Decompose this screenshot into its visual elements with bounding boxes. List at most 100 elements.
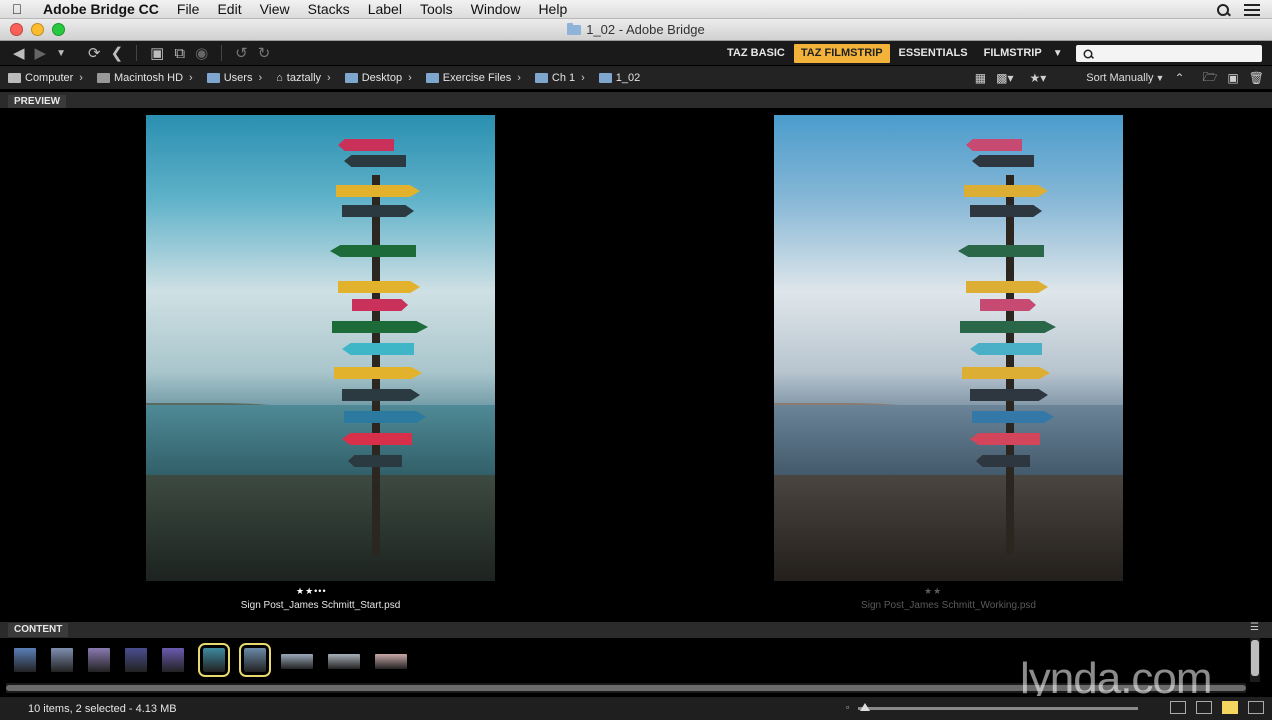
thumbnail-purple-2[interactable] [125, 648, 147, 672]
zoom-out-icon[interactable]: ▫ [846, 702, 849, 712]
quality-grid-icon[interactable]: ▦ [975, 71, 986, 85]
sign-arrow [966, 281, 1048, 293]
thumbnail-landscape-3[interactable] [375, 654, 407, 669]
preview-panel-tab[interactable]: PREVIEW [8, 95, 67, 109]
workspace-tab-taz-basic[interactable]: TAZ BASIC [720, 44, 792, 63]
panel-menu-icon[interactable]: ☰ [1250, 622, 1259, 633]
menu-view[interactable]: View [251, 0, 299, 19]
view-list-icon[interactable] [1248, 701, 1264, 714]
workspace-tab-filmstrip[interactable]: FILMSTRIP [977, 44, 1049, 63]
sign-arrow [970, 205, 1042, 217]
thumbnail-signpost-start[interactable] [198, 643, 230, 677]
menu-file[interactable]: File [168, 0, 209, 19]
get-photos-camera-icon[interactable]: ▣ [145, 41, 169, 66]
hard-drive-icon [96, 72, 110, 83]
sign-arrow [336, 185, 420, 197]
search-input[interactable] [1098, 46, 1256, 61]
rotate-left-icon[interactable]: ↺ [230, 41, 253, 66]
sort-chevron-down-icon[interactable]: ▼ [1156, 73, 1165, 83]
workspace-tab-essentials[interactable]: ESSENTIALS [892, 44, 975, 63]
close-window-button[interactable] [10, 23, 23, 36]
notification-center-icon[interactable] [1244, 3, 1260, 16]
content-vertical-scrollbar[interactable] [1250, 638, 1260, 682]
workspace-menu-chevron-down-icon[interactable]: ▼ [1053, 48, 1063, 59]
breadcrumb-label: taztally [286, 71, 322, 84]
back-arrow-icon[interactable]: ◀ [8, 41, 30, 66]
preview-image-start[interactable] [146, 115, 495, 581]
minimize-window-button[interactable] [31, 23, 44, 36]
view-grid-icon[interactable] [1170, 701, 1186, 714]
thumbnail-portrait-2[interactable] [51, 648, 73, 672]
breadcrumb-label: Desktop [361, 71, 403, 84]
view-details-icon[interactable] [1196, 701, 1212, 714]
workspace-tab-taz-filmstrip[interactable]: TAZ FILMSTRIP [793, 44, 890, 63]
thumbnail-purple-1[interactable] [88, 648, 110, 672]
breadcrumb-label: 1_02 [615, 71, 641, 84]
breadcrumb-exercise-files[interactable]: Exercise Files › [418, 72, 527, 84]
folder-icon [598, 72, 612, 83]
rotate-right-icon[interactable]: ↻ [253, 41, 276, 66]
preview-image-working[interactable] [774, 115, 1123, 581]
breadcrumb-users[interactable]: Users › [199, 72, 268, 84]
breadcrumb-computer[interactable]: Computer › [0, 72, 89, 84]
thumbnail-portrait-1[interactable] [14, 648, 36, 672]
thumbnail-landscape-2[interactable] [328, 654, 360, 669]
preview-filename-working: Sign Post_James Schmitt_Working.psd [861, 600, 1036, 611]
breadcrumb-ch-1[interactable]: Ch 1 › [527, 72, 591, 84]
thumbnail-signpost-working[interactable] [239, 643, 271, 677]
content-panel-tab[interactable]: CONTENT [8, 623, 69, 637]
menu-window[interactable]: Window [462, 0, 530, 19]
rating-stars-working[interactable]: ★★ [924, 586, 942, 597]
content-panel-header [0, 622, 1272, 638]
sort-dropdown[interactable]: Sort Manually [1086, 72, 1153, 84]
apple-icon[interactable]:  [0, 1, 34, 17]
breadcrumb-label: Computer [25, 71, 74, 84]
rating-stars-start[interactable]: ★★••• [296, 586, 327, 597]
toolbar-divider [136, 45, 138, 61]
boomerang-icon[interactable]: ⟳ [83, 41, 106, 66]
menu-label[interactable]: Label [359, 0, 411, 19]
spotlight-search-icon[interactable] [1216, 3, 1230, 17]
breadcrumb-separator-icon: › [408, 71, 412, 84]
sign-arrow [342, 433, 412, 445]
recent-chevron-down-icon[interactable]: ▼ [51, 41, 71, 66]
open-in-camera-raw-icon[interactable]: ◉ [190, 41, 213, 66]
reveal-recent-icon[interactable]: ❮ [106, 41, 129, 66]
menu-edit[interactable]: Edit [208, 0, 250, 19]
breadcrumb-home[interactable]: ⌂ taztally › [268, 72, 337, 84]
sign-arrow [958, 245, 1044, 257]
open-recent-folder-icon[interactable]: 🗁 [1203, 68, 1218, 89]
path-bar: Computer › Macintosh HD › Users › ⌂ taztally… [0, 66, 1272, 90]
slider-knob[interactable] [860, 703, 870, 711]
scrollbar-thumb[interactable] [1251, 640, 1259, 676]
sign-pole [1006, 175, 1014, 555]
sign-arrow [344, 411, 426, 423]
trash-icon[interactable]: 🗑 [1249, 71, 1264, 85]
toolbar: ◀ ▶ ▼ ⟳ ❮ ▣ ⧉ ◉ ↺ ↻ TAZ BASIC TAZ FILMST… [0, 41, 1272, 66]
menu-tools[interactable]: Tools [411, 0, 462, 19]
thumbnail-size-slider[interactable] [858, 703, 1138, 711]
filter-grid-icon[interactable]: ▩▾ [996, 71, 1013, 85]
star-filter-icon[interactable]: ★▾ [1030, 71, 1047, 85]
breadcrumb-macintosh-hd[interactable]: Macintosh HD › [89, 72, 199, 84]
breadcrumb-desktop[interactable]: Desktop › [337, 72, 418, 84]
menu-app-name[interactable]: Adobe Bridge CC [34, 0, 168, 19]
view-thumbnails-icon[interactable] [1222, 701, 1238, 714]
refine-icon[interactable]: ⧉ [169, 41, 190, 66]
search-box [1076, 45, 1262, 62]
thumbnail-purple-3[interactable] [162, 648, 184, 672]
new-folder-icon[interactable]: ▣ [1227, 71, 1238, 85]
sort-ascending-icon[interactable]: ⌃ [1174, 71, 1184, 85]
breadcrumb-1-02[interactable]: 1_02 [591, 72, 646, 84]
sign-arrow [338, 281, 420, 293]
sign-arrow [966, 139, 1022, 151]
menu-help[interactable]: Help [529, 0, 576, 19]
menu-bar:  Adobe Bridge CC File Edit View Stacks … [0, 0, 1272, 19]
menu-stacks[interactable]: Stacks [299, 0, 359, 19]
zoom-window-button[interactable] [52, 23, 65, 36]
breadcrumb-separator-icon: › [517, 71, 521, 84]
forward-arrow-icon[interactable]: ▶ [30, 41, 52, 66]
sign-pole [372, 175, 380, 555]
sign-arrow [962, 367, 1050, 379]
thumbnail-landscape-1[interactable] [281, 654, 313, 669]
